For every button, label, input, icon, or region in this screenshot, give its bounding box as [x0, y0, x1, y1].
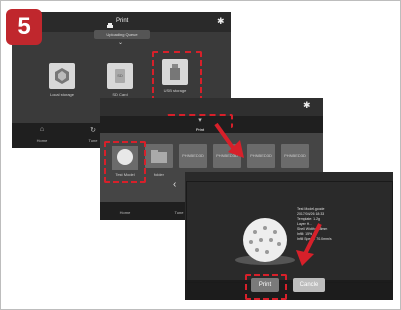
- chevron-down-icon[interactable]: ⌄: [118, 39, 123, 46]
- screen-title: Print: [116, 18, 129, 24]
- print-icon: [106, 17, 114, 28]
- print-button[interactable]: Print: [251, 278, 279, 292]
- nav-home[interactable]: Home: [110, 210, 140, 215]
- usb-storage-label: USB storage: [163, 88, 187, 93]
- prev-page-icon[interactable]: ‹: [173, 179, 176, 190]
- sd-card-button[interactable]: SD: [107, 63, 133, 89]
- nav-home[interactable]: Home: [27, 138, 57, 143]
- settings-gear-icon[interactable]: ✱: [303, 101, 311, 110]
- settings-gear-icon[interactable]: ✱: [217, 17, 225, 26]
- usb-storage-button[interactable]: [162, 59, 188, 85]
- sd-card-label: SD Card: [112, 92, 128, 97]
- folder-thumb[interactable]: [145, 144, 173, 168]
- file-thumb-4[interactable]: PHNBED3D: [281, 144, 309, 168]
- file-thumb-1[interactable]: PHNBED3D: [179, 144, 207, 168]
- bottom-nav: [185, 280, 393, 300]
- connector-arrow-2: [290, 218, 330, 273]
- test-model-highlight: [104, 141, 146, 183]
- sd-card-icon: SD: [115, 69, 125, 83]
- cancel-button[interactable]: Cancle: [293, 278, 325, 292]
- connector-arrow-1: [210, 118, 250, 169]
- home-icon: ⌂: [39, 126, 45, 133]
- step-number-badge: 5: [6, 9, 42, 45]
- screen-print-confirm: Test Model.gcode 2017/04/26 18:33 Templa…: [185, 172, 393, 300]
- file-thumb-3[interactable]: PHNBED3D: [247, 144, 275, 168]
- local-storage-button[interactable]: [49, 63, 75, 89]
- uploading-queue-banner[interactable]: Uploading Queue: [94, 30, 150, 39]
- local-storage-label: Local storage: [49, 92, 74, 97]
- file-label-folder: folder: [153, 172, 164, 177]
